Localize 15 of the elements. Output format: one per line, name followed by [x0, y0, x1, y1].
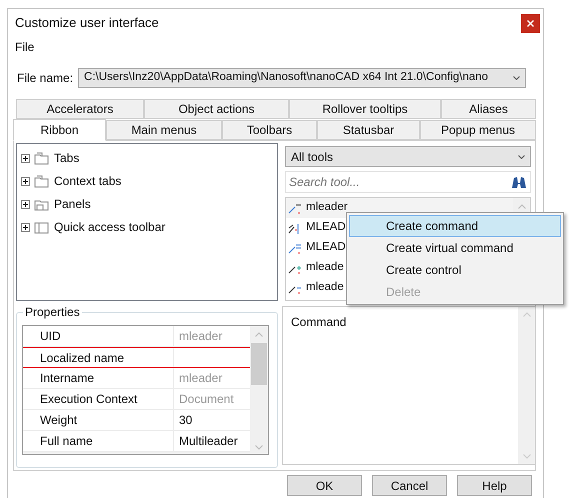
property-value: 30 [179, 412, 192, 430]
property-name: Full name [40, 433, 93, 450]
command-label: Command [291, 315, 346, 329]
property-value: mleader [179, 328, 222, 346]
property-name: Localized name [40, 350, 124, 367]
file-name-label: File name: [17, 70, 74, 87]
property-name: UID [40, 328, 61, 346]
window-title: Customize user interface [15, 14, 159, 32]
property-value: Multileader [179, 433, 238, 450]
property-name: Weight [40, 412, 78, 430]
property-name: Intername [40, 370, 94, 388]
property-value: Document [179, 391, 234, 408]
group-title: Properties [23, 305, 82, 320]
property-value: mleader [179, 370, 222, 388]
property-name: Execution Context [40, 391, 138, 408]
